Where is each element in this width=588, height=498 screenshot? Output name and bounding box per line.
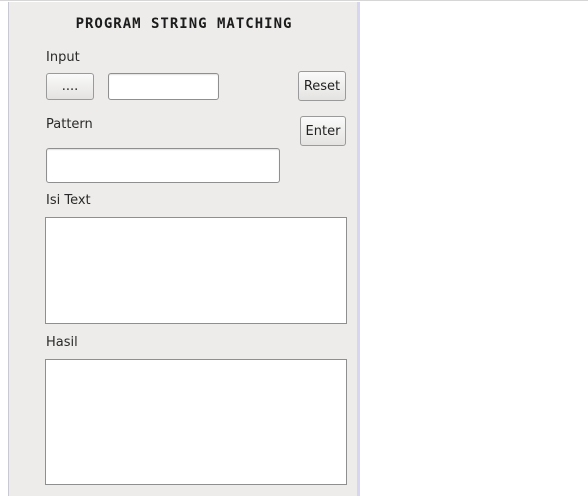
page-title: PROGRAM STRING MATCHING: [75, 16, 293, 32]
pattern-label: Pattern: [46, 117, 93, 132]
hasil-label: Hasil: [46, 335, 78, 350]
browse-file-button[interactable]: ....: [46, 73, 94, 100]
pattern-field[interactable]: [46, 148, 280, 183]
isi-text-area[interactable]: [45, 217, 347, 324]
input-label: Input: [46, 50, 80, 65]
window-top-border: [0, 0, 588, 1]
input-field[interactable]: [108, 73, 219, 100]
enter-button[interactable]: Enter: [300, 116, 346, 146]
hasil-text-area[interactable]: [45, 359, 347, 485]
isi-text-label: Isi Text: [46, 193, 91, 208]
reset-button[interactable]: Reset: [298, 71, 346, 101]
